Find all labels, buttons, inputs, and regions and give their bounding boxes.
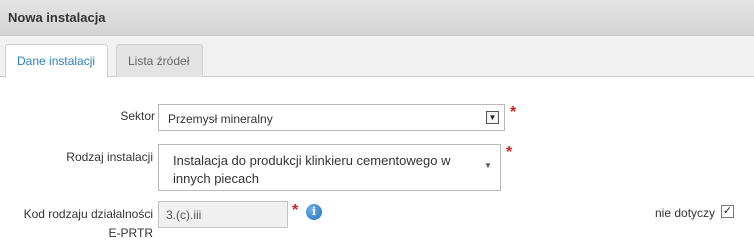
window-title: Nowa instalacja [8, 10, 106, 25]
rodzaj-label: Rodzaj instalacji [66, 150, 153, 164]
required-asterisk: * [292, 202, 299, 219]
kod-value: 3.(c).iii [166, 208, 202, 222]
required-asterisk: * [506, 144, 513, 161]
rodzaj-select[interactable]: Instalacja do produkcji klinkieru cement… [158, 144, 501, 191]
sektor-value: Przemysł mineralny [168, 112, 273, 126]
info-icon[interactable]: i [306, 204, 322, 220]
nie-dotyczy-checkbox[interactable]: ✓ [721, 205, 734, 218]
sektor-label: Sektor [120, 109, 155, 123]
rodzaj-value-line1: Instalacja do produkcji klinkieru cement… [173, 153, 451, 168]
required-asterisk: * [510, 104, 517, 121]
tab-lista-zrodel[interactable]: Lista źródeł [116, 44, 203, 77]
tab-strip: Dane instalacji Lista źródeł [0, 36, 754, 78]
rodzaj-value-line2: innych piecach [173, 171, 259, 186]
nie-dotyczy-label: nie dotyczy [655, 206, 716, 220]
kod-input: 3.(c).iii [158, 201, 288, 228]
kod-label-line2: E-PRTR [108, 226, 153, 240]
title-bar: Nowa instalacja [0, 0, 754, 36]
kod-label-line1: Kod rodzaju działalności [23, 207, 153, 221]
sektor-select[interactable]: Przemysł mineralny ▼ [158, 104, 505, 131]
tab-dane-instalacji[interactable]: Dane instalacji [5, 44, 108, 78]
dropdown-arrow-icon[interactable]: ▼ [486, 111, 499, 124]
chevron-down-icon[interactable]: ▼ [484, 161, 492, 170]
